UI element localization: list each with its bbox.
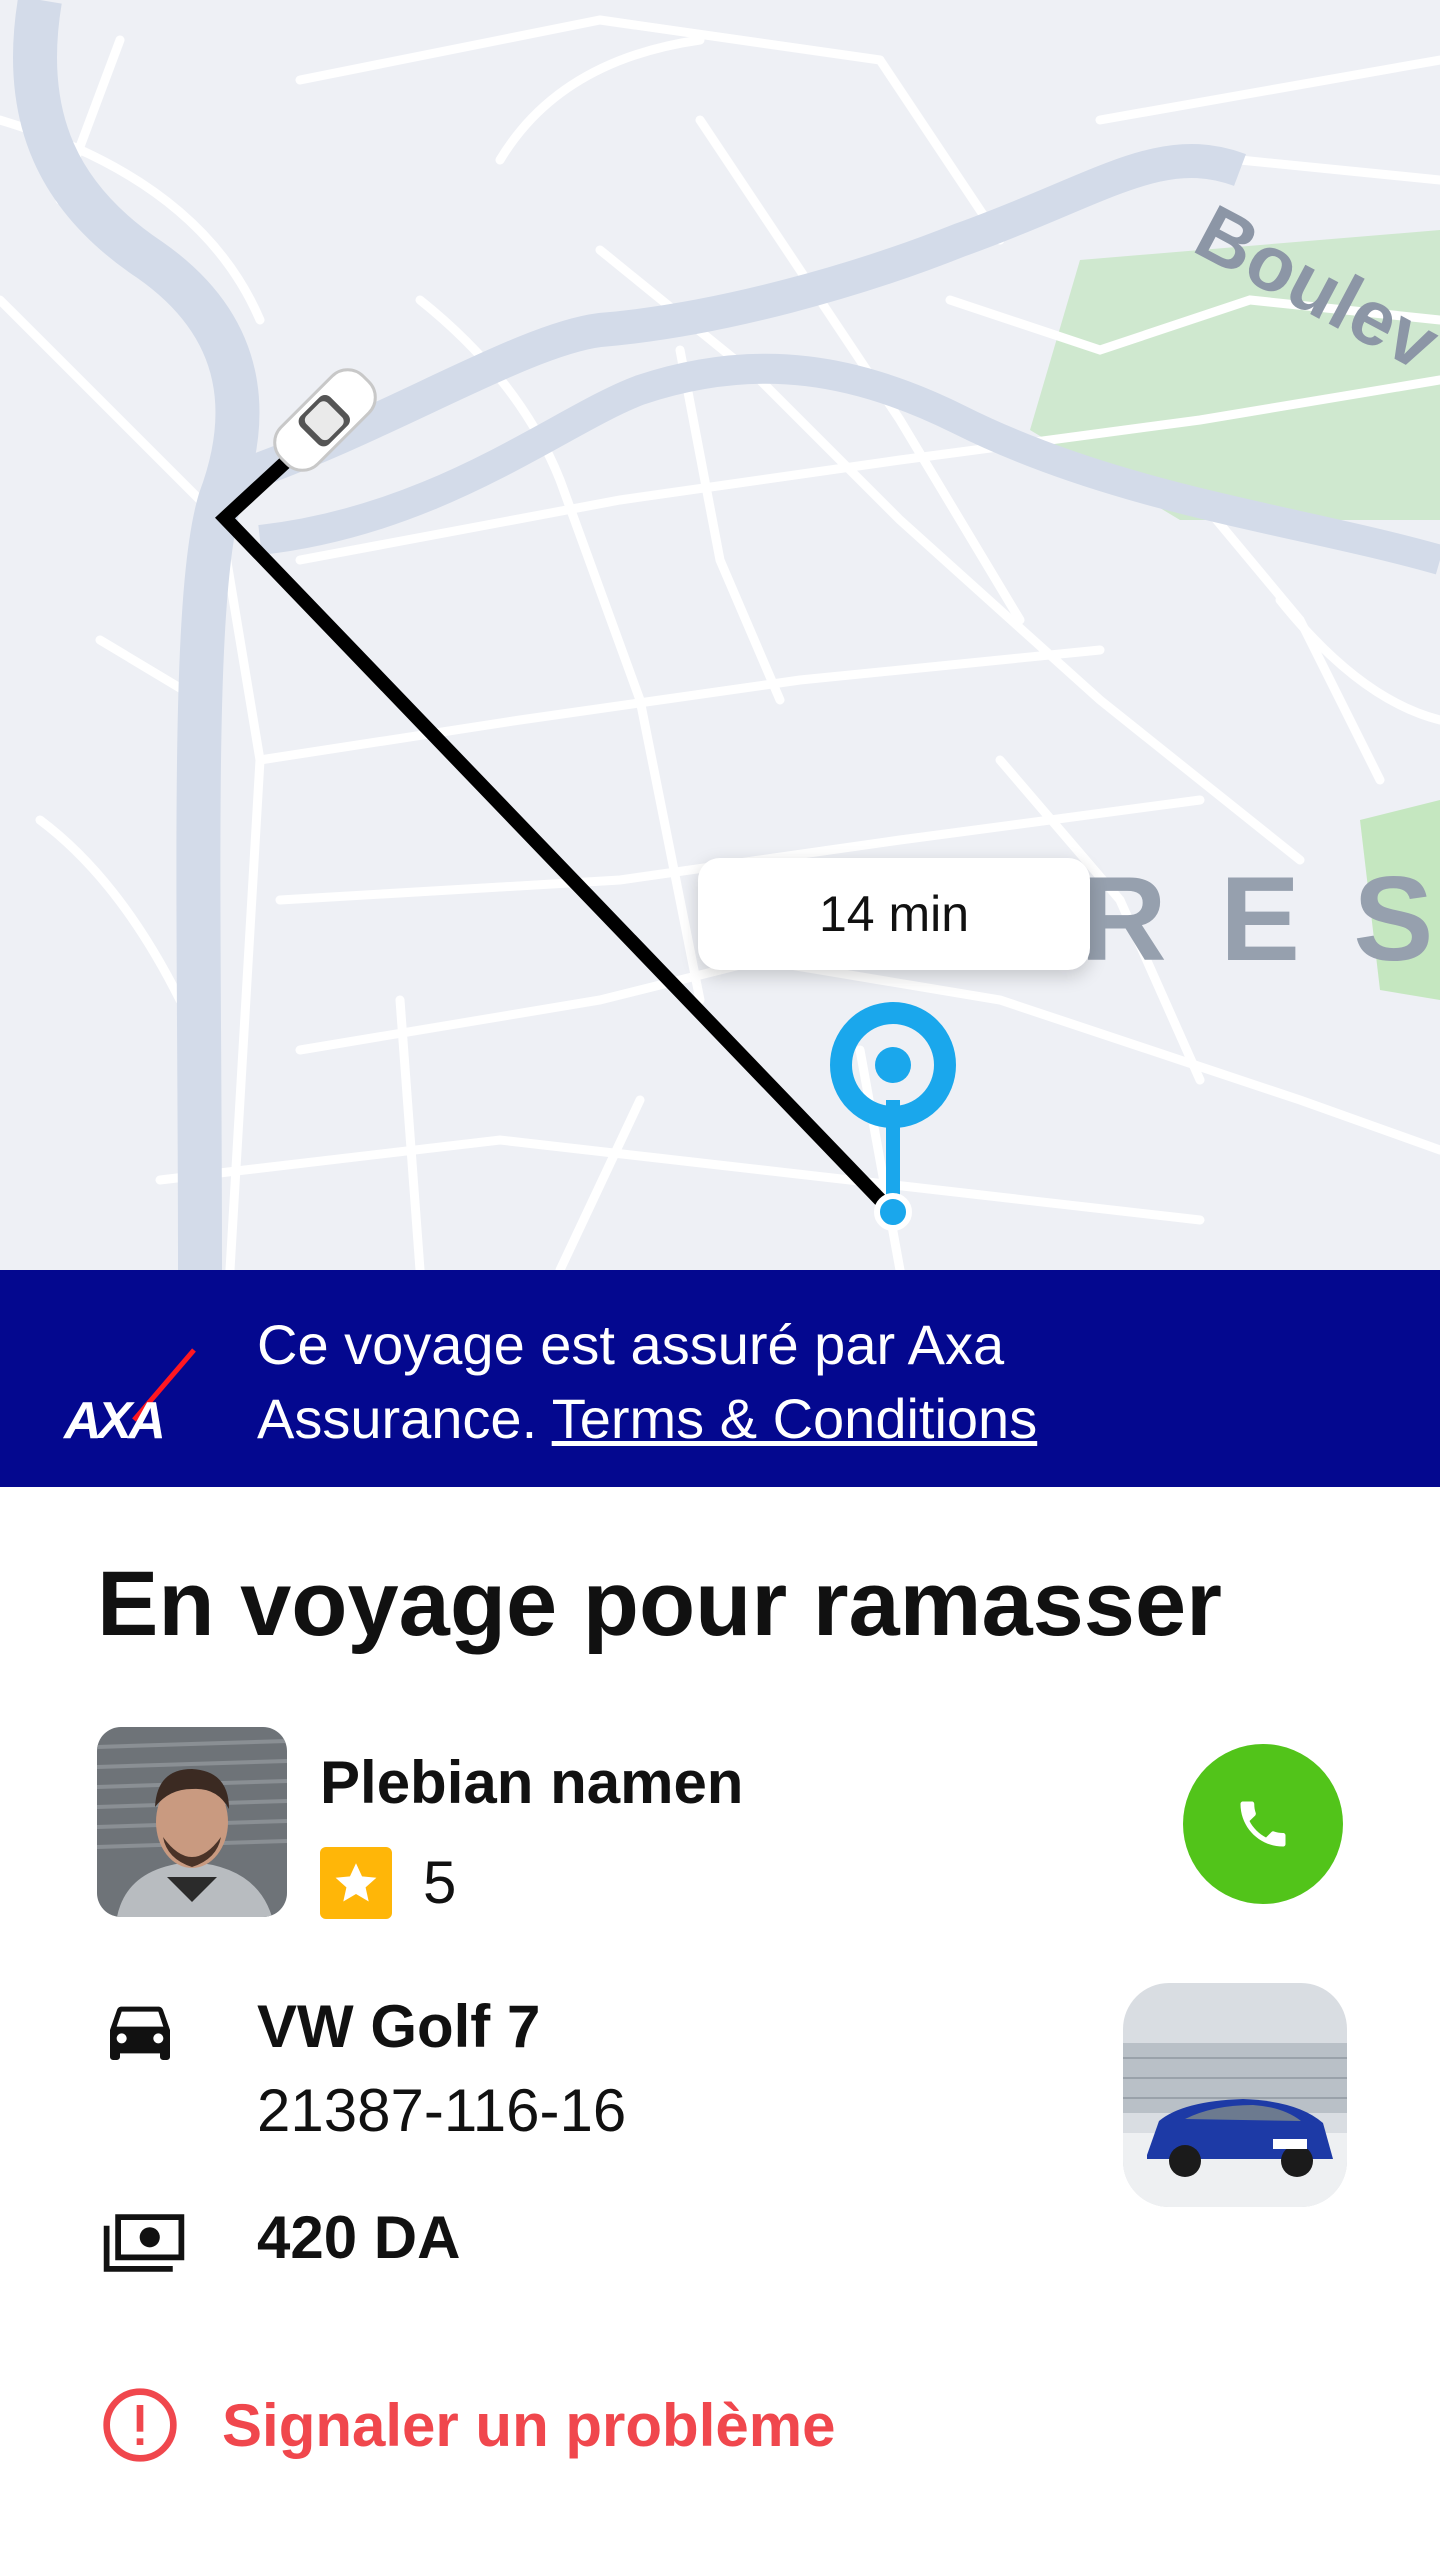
report-problem-button[interactable]: Signaler un problème [100,2385,835,2465]
insurance-line-2-prefix: Assurance. [257,1387,538,1450]
driver-avatar [97,1727,287,1917]
vehicle-plate: 21387-116-16 [257,2077,627,2144]
money-icon [103,2214,185,2272]
district-label: R E S S [1080,852,1440,986]
call-driver-button[interactable] [1183,1744,1343,1904]
insurance-line-2: Assurance. Terms & Conditions [257,1382,1037,1456]
car-icon [110,2006,170,2060]
terms-link[interactable]: Terms & Conditions [552,1387,1038,1450]
vehicle-model: VW Golf 7 [257,1993,541,2060]
driver-rating: 5 [423,1849,457,1916]
destination-pin-icon[interactable] [830,1002,956,1231]
trip-status-title: En voyage pour ramasser [97,1553,1222,1655]
axa-logo-text: AXA [62,1392,162,1450]
eta-bubble: 14 min [698,858,1090,970]
phone-icon [1240,1801,1286,1847]
map-canvas: Boulev R E S S [0,0,1440,1270]
insurance-line-1: Ce voyage est assuré par Axa [257,1313,1005,1376]
alert-icon [103,2388,177,2462]
map-view[interactable]: Boulev R E S S 14 min [0,0,1440,1270]
vehicle-photo [1123,1983,1347,2207]
insurance-banner: AXA Ce voyage est assuré par Axa Assuran… [0,1270,1440,1487]
driver-name: Plebian namen [320,1749,744,1816]
insurance-notice: Ce voyage est assuré par Axa Assurance. … [257,1308,1037,1456]
report-problem-label: Signaler un problème [222,2391,836,2459]
fare-amount: 420 DA [257,2204,461,2271]
star-icon [320,1847,392,1919]
river [12,0,260,1270]
route-line [215,452,896,1215]
axa-logo: AXA [62,1348,196,1450]
